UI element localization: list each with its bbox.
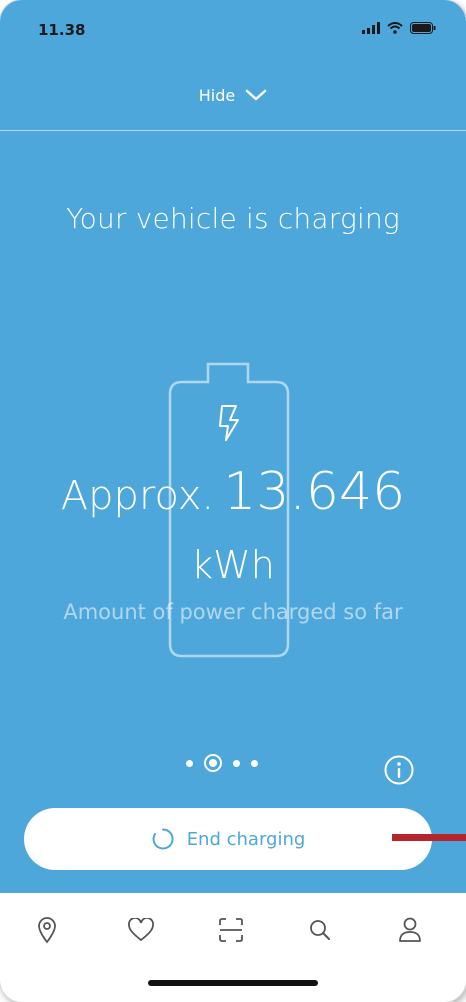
page-dot[interactable] (233, 759, 240, 767)
page-dot[interactable] (186, 759, 193, 767)
status-time: 11.38 (38, 21, 86, 39)
energy-value: 13.646 (223, 462, 406, 522)
annotation-marker (392, 834, 466, 841)
chevron-down-icon (245, 89, 267, 101)
nav-item-search[interactable] (303, 913, 337, 947)
wifi-icon (387, 22, 403, 34)
nav-item-profile[interactable] (393, 913, 427, 947)
page-dot[interactable] (251, 759, 258, 767)
energy-unit: kWh (191, 543, 275, 587)
page-indicator[interactable] (186, 754, 258, 772)
bottom-nav (0, 893, 466, 973)
end-charging-button[interactable]: End charging (24, 808, 432, 870)
energy-readout: Approx. 13.646 (0, 462, 466, 522)
battery-status-icon (410, 22, 436, 34)
status-icons (362, 22, 436, 34)
charging-panel: 11.38 Hide Your vehicle is charging Appr… (0, 0, 466, 893)
loading-spinner-icon (152, 828, 174, 850)
signal-icon (362, 22, 380, 34)
end-charging-label: End charging (186, 828, 306, 850)
scan-icon (219, 918, 243, 942)
profile-icon (399, 917, 421, 942)
info-icon[interactable] (383, 754, 415, 786)
phone-frame: 11.38 Hide Your vehicle is charging Appr… (0, 0, 466, 1002)
nav-item-scan[interactable] (214, 913, 248, 947)
hide-label: Hide (198, 85, 236, 105)
heart-icon (128, 918, 154, 942)
page-dot-active[interactable] (204, 754, 222, 772)
home-indicator[interactable] (148, 980, 318, 986)
approx-label: Approx. (60, 473, 215, 519)
search-icon (310, 920, 330, 940)
nav-item-map[interactable] (30, 913, 64, 947)
location-pin-icon (38, 917, 56, 944)
nav-item-favorites[interactable] (124, 913, 158, 947)
header-divider (0, 130, 466, 131)
page-title: Your vehicle is charging (66, 202, 400, 235)
hide-button[interactable]: Hide (0, 82, 466, 108)
energy-subtitle: Amount of power charged so far (63, 600, 403, 624)
